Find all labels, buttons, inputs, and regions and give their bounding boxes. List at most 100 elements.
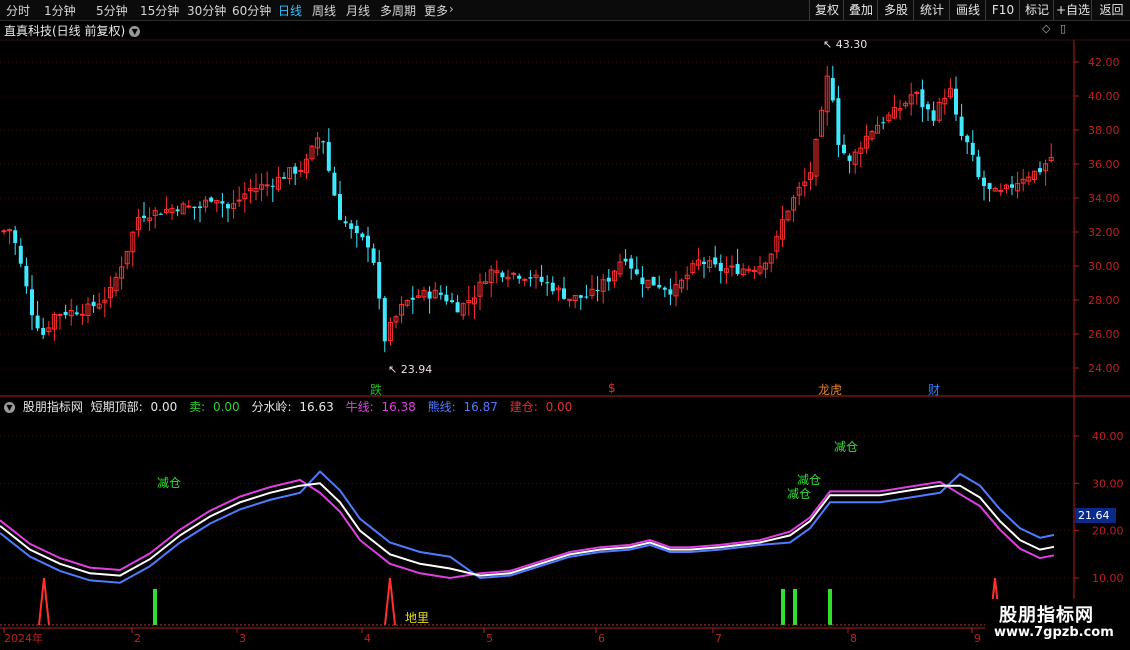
candle-body [57, 314, 63, 317]
candle-body [236, 199, 242, 202]
candle-body [511, 272, 517, 275]
candle-body [713, 257, 718, 265]
indicator-tick-label: 10.00 [1092, 572, 1124, 585]
candle-body [35, 315, 40, 329]
indicator-tick-label: 20.00 [1092, 525, 1124, 538]
candle-body [959, 116, 964, 136]
candle-body [298, 170, 304, 173]
candle-body [74, 312, 79, 315]
bull-line [0, 478, 1055, 580]
candle-body [343, 221, 348, 224]
candle-body [976, 156, 981, 178]
time-tick-label: 3 [239, 632, 246, 645]
indicator-name[interactable]: 股朋指标网 [23, 400, 83, 414]
site-watermark: 股朋指标网 www.7gpzb.com [985, 599, 1130, 646]
candle-body [220, 201, 225, 204]
candle-body [640, 277, 645, 285]
indicator-series [0, 470, 1055, 626]
candle-body [517, 275, 522, 279]
kline-chart[interactable]: 42.00 40.00 38.00 36.00 34.00 32.00 30.00 28.00… [0, 0, 1130, 650]
candle-body [41, 328, 46, 335]
candle-body [954, 88, 958, 115]
candle-body [926, 104, 930, 110]
candle-body [427, 291, 432, 299]
event-marker-die[interactable]: 跌 [370, 381, 382, 398]
time-tick-label: 7 [715, 632, 722, 645]
candle-body [444, 294, 449, 302]
candle-body [63, 311, 68, 316]
annotation-jiancang-1: 减仓 [157, 476, 182, 490]
watershed-line [0, 482, 1055, 577]
candle-body [366, 235, 370, 248]
min-price-label: ↖ 23.94 [388, 363, 433, 376]
candle-body [79, 313, 85, 316]
candle-body [987, 183, 992, 189]
candle-body [920, 89, 925, 108]
candle-body [321, 141, 326, 143]
price-tick-label: 32.00 [1088, 226, 1120, 239]
field-duanqi: 短期顶部: 0.00 [90, 400, 178, 414]
time-tick-label: 6 [598, 632, 605, 645]
candle-body [718, 262, 723, 271]
candle-body [24, 266, 29, 287]
candle-body [410, 297, 415, 300]
build-signal-spike [38, 577, 50, 626]
current-value-badge: 21.64 [1075, 508, 1116, 523]
field-niuxian: 牛线: 16.38 [345, 400, 416, 414]
annotation-jiancang-4: 减仓 [787, 487, 812, 501]
event-marker-cai[interactable]: 财 [928, 381, 940, 398]
candle-body [270, 185, 275, 187]
candle-body [982, 177, 986, 187]
candle-body [192, 206, 197, 209]
candle-body [175, 209, 180, 212]
candle-body [198, 206, 202, 208]
candle-body [550, 282, 555, 292]
candle-body [528, 277, 533, 279]
chevron-down-icon[interactable]: ▼ [4, 402, 15, 413]
candle-body [264, 184, 270, 187]
candle-body [360, 233, 365, 238]
time-tick-label: 4 [364, 632, 371, 645]
indicator-tick-label: 40.00 [1092, 430, 1124, 443]
candle-body [668, 289, 673, 295]
watermark-url: www.7gpzb.com [994, 625, 1114, 640]
candle-body [606, 277, 611, 282]
price-tick-label: 42.00 [1088, 56, 1120, 69]
event-marker-longhu[interactable]: 龙虎 [818, 381, 842, 398]
candle-body [881, 122, 886, 124]
time-tick-label: 8 [850, 632, 857, 645]
time-tick-label: 2024年 [4, 631, 43, 645]
candle-body [293, 166, 298, 174]
candle-body [578, 295, 583, 298]
candle-body [186, 205, 192, 208]
candle-body [91, 301, 96, 307]
price-tick-label: 30.00 [1088, 260, 1120, 273]
price-tick-label: 24.00 [1088, 362, 1120, 375]
candle-body [349, 223, 354, 229]
candle-body [13, 230, 18, 243]
field-fenshuiling: 分水岭: 16.63 [251, 400, 334, 414]
candle-body [282, 177, 286, 179]
candle-body [142, 215, 146, 219]
max-price-value: 43.30 [835, 38, 868, 51]
candle-body [847, 155, 852, 161]
annotation-jiancang-2: 减仓 [834, 440, 859, 454]
build-signal-spike [384, 577, 396, 626]
candle-body [1, 230, 7, 233]
candle-body [629, 258, 634, 269]
time-tick-label: 5 [486, 632, 493, 645]
candle-body [354, 225, 359, 234]
candle-body [30, 289, 34, 316]
price-tick-label: 36.00 [1088, 158, 1120, 171]
candle-body [634, 269, 639, 275]
price-tick-label: 34.00 [1088, 192, 1120, 205]
candle-body [595, 290, 600, 292]
candle-body [931, 110, 936, 121]
time-tick-label: 2 [134, 632, 141, 645]
candle-body [338, 194, 342, 220]
candle-body [651, 276, 656, 286]
annotation-dili: 地里 [405, 611, 430, 625]
candle-body [842, 144, 846, 154]
candle-body [836, 98, 841, 145]
event-marker-dollar[interactable]: $ [608, 381, 616, 395]
